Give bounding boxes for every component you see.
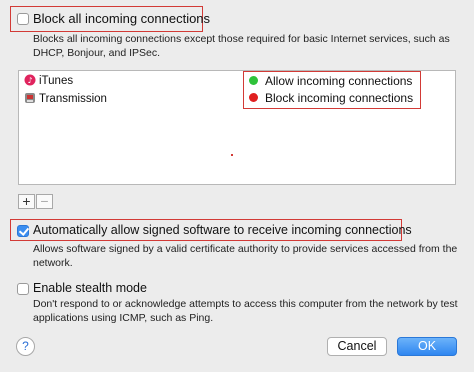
svg-text:♪: ♪ [27, 76, 32, 85]
auto-allow-desc-line-1: Allows software signed by a valid certif… [33, 243, 458, 255]
stealth-desc-line-2: applications using ICMP, such as Ping. [33, 312, 214, 324]
block-all-checkbox[interactable] [17, 13, 29, 25]
block-all-desc-line-2: DHCP, Bonjour, and IPSec. [33, 47, 161, 59]
itunes-icon: ♪ [24, 74, 36, 86]
menu-item-block[interactable]: Block incoming connections [249, 91, 413, 105]
menu-item-allow-label: Allow incoming connections [265, 74, 413, 88]
block-all-desc-line-1: Blocks all incoming connections except t… [33, 33, 450, 45]
list-item-transmission-label: Transmission [39, 93, 107, 105]
ok-button[interactable]: OK [397, 337, 457, 356]
block-all-label[interactable]: Block all incoming connections [33, 11, 210, 26]
connection-menu[interactable]: Allow incoming connections Block incomin… [243, 71, 421, 109]
stealth-checkbox[interactable] [17, 283, 29, 295]
list-item-itunes[interactable]: ♪ iTunes [24, 74, 73, 87]
list-item-itunes-label: iTunes [39, 75, 74, 87]
auto-allow-desc-line-2: network. [33, 257, 73, 269]
auto-allow-label[interactable]: Automatically allow signed software to r… [33, 223, 412, 237]
stealth-label[interactable]: Enable stealth mode [33, 281, 147, 295]
help-button[interactable]: ? [16, 337, 35, 356]
menu-item-allow[interactable]: Allow incoming connections [249, 74, 412, 88]
remove-app-button[interactable]: − [36, 194, 53, 209]
allow-status-dot [249, 76, 258, 85]
list-stray-mark [231, 154, 233, 156]
auto-allow-checkbox[interactable] [17, 225, 29, 237]
menu-item-block-label: Block incoming connections [265, 91, 414, 105]
auto-allow-description: Allows software signed by a valid certif… [33, 242, 457, 270]
stealth-desc-line-1: Don't respond to or acknowledge attempts… [33, 298, 458, 310]
stealth-description: Don't respond to or acknowledge attempts… [33, 297, 458, 325]
list-item-transmission[interactable]: Transmission [24, 92, 107, 105]
block-all-description: Blocks all incoming connections except t… [33, 32, 450, 60]
add-app-button[interactable]: + [18, 194, 35, 209]
transmission-icon [24, 92, 36, 104]
cancel-button[interactable]: Cancel [327, 337, 387, 356]
block-status-dot [249, 93, 258, 102]
